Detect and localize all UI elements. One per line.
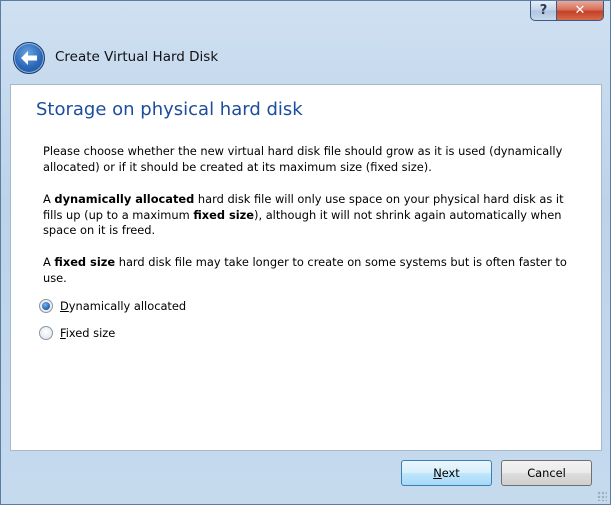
button-label: Cancel xyxy=(527,466,566,480)
text-segment: A xyxy=(43,255,55,269)
bold-term: fixed size xyxy=(54,255,116,269)
dynamic-description-paragraph: A dynamically allocated hard disk file w… xyxy=(43,192,573,239)
button-label: ext xyxy=(441,466,460,480)
label-text: ynamically allocated xyxy=(68,299,187,313)
help-button[interactable]: ? xyxy=(530,1,557,21)
radio-label[interactable]: Fixed size xyxy=(60,326,115,340)
dialog-window: ? ✕ Create Virtual Hard Disk Storage on … xyxy=(0,0,611,505)
text-segment: A xyxy=(43,192,55,206)
back-button[interactable] xyxy=(13,42,45,74)
dialog-title: Create Virtual Hard Disk xyxy=(55,49,219,65)
mnemonic-letter: D xyxy=(60,299,69,313)
close-icon: ✕ xyxy=(574,3,586,18)
cancel-button[interactable]: Cancel xyxy=(501,460,592,486)
back-arrow-icon xyxy=(21,51,37,65)
help-icon: ? xyxy=(539,3,548,18)
caption-buttons: ? ✕ xyxy=(530,1,604,21)
label-text: ixed size xyxy=(65,326,116,340)
radio-selected-icon[interactable] xyxy=(39,299,53,313)
intro-paragraph: Please choose whether the new virtual ha… xyxy=(43,144,563,174)
fixed-description-paragraph: A fixed size hard disk file may take lon… xyxy=(43,255,573,286)
mnemonic-letter: N xyxy=(433,466,442,480)
radio-label[interactable]: Dynamically allocated xyxy=(60,299,186,313)
page-heading: Storage on physical hard disk xyxy=(36,99,303,120)
radio-dot xyxy=(42,302,50,310)
bold-term: dynamically allocated xyxy=(54,192,195,206)
next-button[interactable]: Next xyxy=(401,460,492,486)
text-segment: hard disk file may take longer to create… xyxy=(43,255,567,285)
radio-unselected-icon[interactable] xyxy=(39,326,53,340)
bold-term: fixed size xyxy=(193,207,255,222)
radio-dynamically-allocated[interactable]: Dynamically allocated xyxy=(39,299,186,313)
radio-fixed-size[interactable]: Fixed size xyxy=(39,326,115,340)
resize-grip-icon[interactable] xyxy=(597,491,607,501)
close-button[interactable]: ✕ xyxy=(557,1,604,21)
content-panel: Storage on physical hard disk Please cho… xyxy=(10,84,602,451)
